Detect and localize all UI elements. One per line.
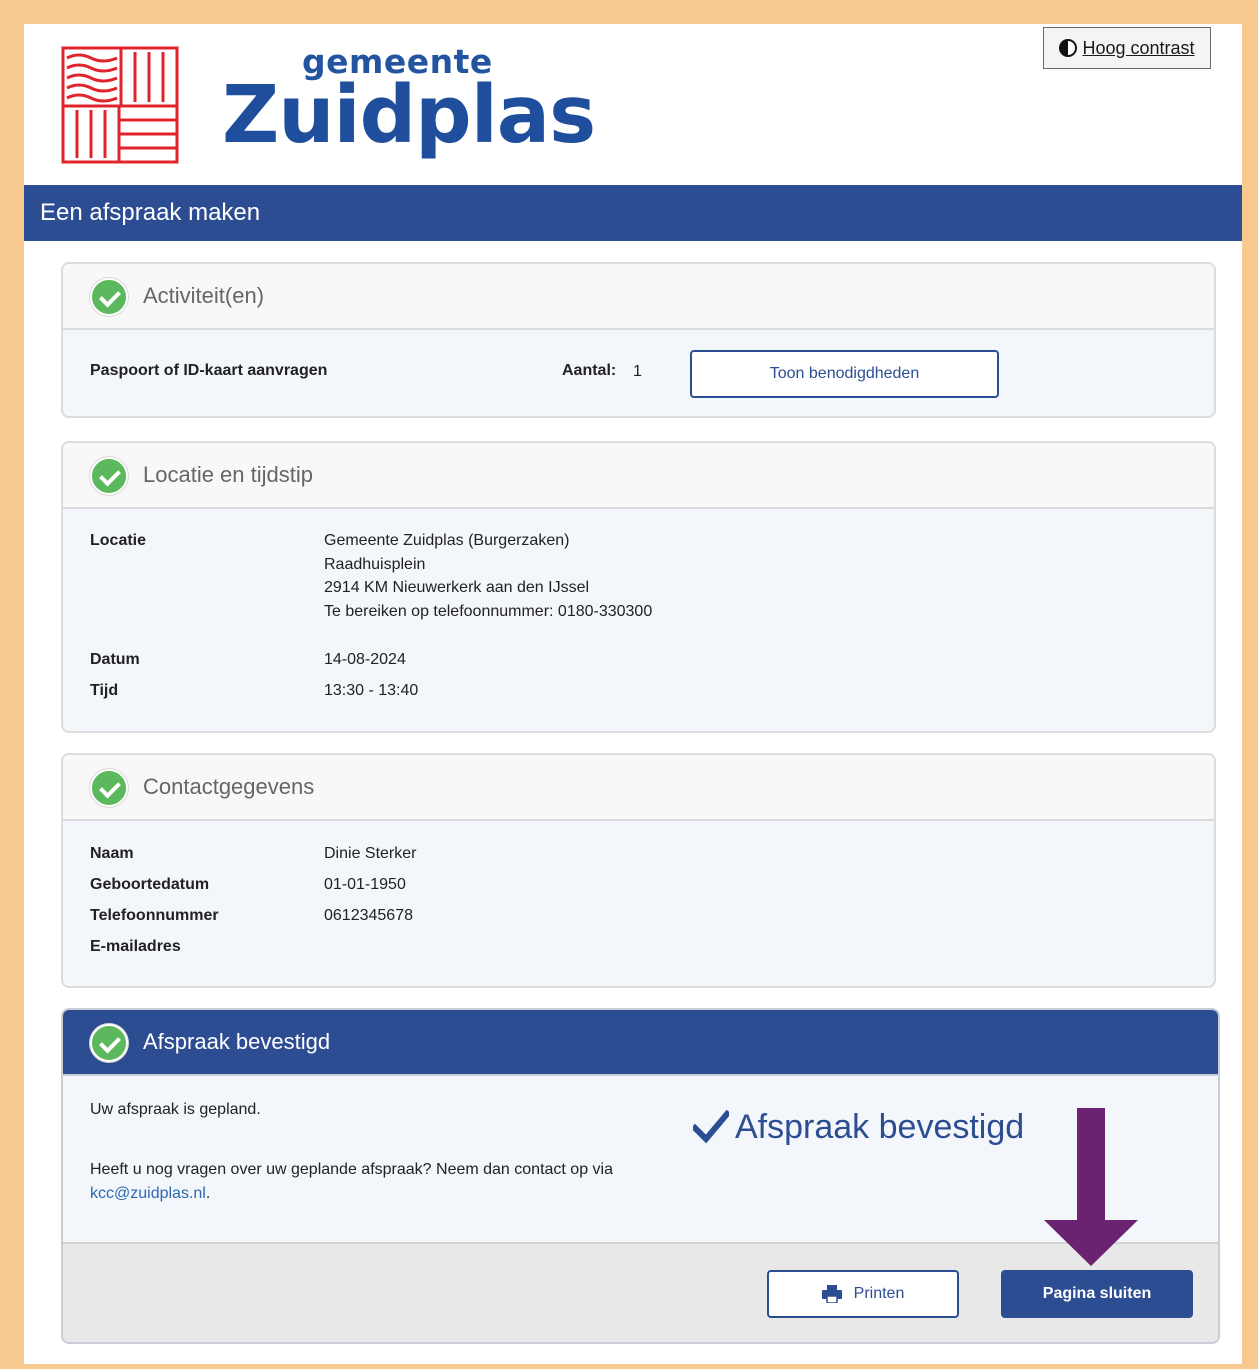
location-header: Locatie en tijdstip <box>63 443 1214 509</box>
activity-name: Paspoort of ID-kaart aanvragen <box>90 362 328 379</box>
brand-title: Zuidplas <box>222 69 596 161</box>
print-button[interactable]: Printen <box>767 1270 959 1318</box>
confirmed-message: Afspraak bevestigd <box>735 1108 1025 1146</box>
printer-icon <box>821 1285 842 1303</box>
contact-title: Contactgegevens <box>143 774 315 799</box>
check-icon <box>90 278 128 316</box>
page-frame: gemeente Zuidplas Hoog contrast Een afsp… <box>24 24 1242 1364</box>
time-label: Tijd <box>90 682 119 699</box>
activities-panel: Activiteit(en) Paspoort of ID-kaart aanv… <box>61 262 1216 418</box>
location-line-3: 2914 KM Nieuwerkerk aan den IJssel <box>324 579 590 596</box>
contrast-icon <box>1059 39 1078 57</box>
time-value: 13:30 - 13:40 <box>324 682 419 699</box>
name-label: Naam <box>90 845 134 862</box>
page-titlebar: Een afspraak maken <box>24 185 1242 241</box>
date-value: 14-08-2024 <box>324 651 406 668</box>
email-suffix: . <box>205 1184 211 1202</box>
zuidplas-logo-icon <box>61 46 179 164</box>
page-title: Een afspraak maken <box>40 199 261 226</box>
email-label: E-mailadres <box>90 938 181 955</box>
contact-panel: Contactgegevens Naam Dinie Sterker Geboo… <box>61 753 1216 988</box>
name-value: Dinie Sterker <box>324 845 417 862</box>
close-page-button[interactable]: Pagina sluiten <box>1001 1270 1193 1318</box>
confirmation-title: Afspraak bevestigd <box>143 1029 331 1054</box>
location-title: Locatie en tijdstip <box>143 462 313 487</box>
check-icon <box>90 769 128 807</box>
location-line-1: Gemeente Zuidplas (Burgerzaken) <box>324 532 570 549</box>
confirmation-header: Afspraak bevestigd <box>63 1010 1218 1076</box>
location-line-4: Te bereiken op telefoonnummer: 0180-3303… <box>324 603 653 620</box>
check-icon <box>90 1024 128 1062</box>
contact-header: Contactgegevens <box>63 755 1214 821</box>
scheduled-text: Uw afspraak is gepland. <box>90 1101 261 1118</box>
high-contrast-label: Hoog contrast <box>1082 37 1195 58</box>
show-requirements-button[interactable]: Toon benodigdheden <box>690 350 999 398</box>
phone-label: Telefoonnummer <box>90 907 219 924</box>
high-contrast-button[interactable]: Hoog contrast <box>1043 27 1211 69</box>
location-panel: Locatie en tijdstip Locatie Gemeente Zui… <box>61 441 1216 733</box>
check-icon <box>90 457 128 495</box>
checkmark-icon <box>693 1110 729 1144</box>
birthdate-label: Geboortedatum <box>90 876 210 893</box>
location-label: Locatie <box>90 532 147 549</box>
count-label: Aantal: <box>562 362 617 379</box>
pointer-arrow-icon <box>1044 1108 1138 1266</box>
birthdate-value: 01-01-1950 <box>324 876 406 893</box>
date-label: Datum <box>90 651 140 668</box>
count-value: 1 <box>633 363 642 380</box>
activities-title: Activiteit(en) <box>143 283 265 308</box>
print-label: Printen <box>853 1285 905 1302</box>
questions-text: Heeft u nog vragen over uw geplande afsp… <box>90 1158 650 1205</box>
location-line-2: Raadhuisplein <box>324 556 426 573</box>
phone-value: 0612345678 <box>324 907 413 924</box>
activities-header: Activiteit(en) <box>63 264 1214 330</box>
email-link[interactable]: kcc@zuidplas.nl <box>90 1185 206 1202</box>
questions-message: Heeft u nog vragen over uw geplande afsp… <box>90 1161 613 1178</box>
